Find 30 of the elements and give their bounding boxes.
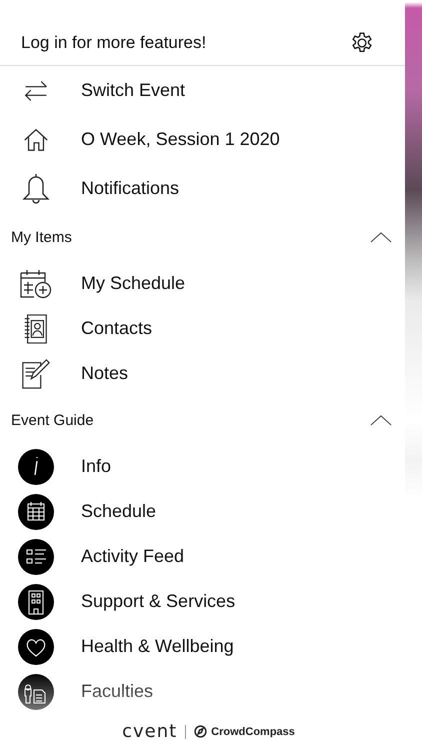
- notepad-pencil-icon: [20, 358, 52, 390]
- menu-item[interactable]: Notes: [0, 351, 405, 396]
- info-icon: [18, 448, 54, 484]
- menu-item[interactable]: Contacts: [0, 306, 405, 351]
- calendar-icon: [18, 494, 54, 530]
- menu-item[interactable]: Activity Feed: [0, 534, 405, 579]
- menu-item[interactable]: Health & Wellbeing: [0, 624, 405, 669]
- menu-item[interactable]: Notifications: [0, 164, 405, 213]
- menu-item[interactable]: O Week, Session 1 2020: [0, 115, 405, 164]
- section-title: Event Guide: [11, 412, 94, 428]
- person-document-icon: [18, 674, 54, 710]
- menu-item[interactable]: Support & Services: [0, 579, 405, 624]
- section-header[interactable]: Event Guide: [0, 396, 405, 444]
- building-icon: [18, 584, 54, 620]
- menu-item[interactable]: Switch Event: [0, 66, 405, 115]
- calendar-plus-icon: [18, 268, 52, 300]
- chevron-up-icon[interactable]: [370, 414, 392, 426]
- section-title: My Items: [11, 228, 72, 246]
- menu-item[interactable]: Schedule: [0, 489, 405, 534]
- menu-item[interactable]: My Schedule: [0, 261, 405, 306]
- section-header[interactable]: My Items: [0, 213, 405, 261]
- login-prompt[interactable]: Log in for more features!: [21, 32, 206, 52]
- list-icon: [18, 538, 54, 574]
- bell-icon: [20, 172, 50, 206]
- partner-logo: CrowdCompass: [211, 726, 295, 738]
- menu-item[interactable]: Faculties: [0, 669, 405, 714]
- brand-logo: cvent: [122, 721, 178, 742]
- compass-icon: [194, 725, 208, 738]
- chevron-up-icon[interactable]: [370, 232, 392, 242]
- menu-item[interactable]: Info: [0, 444, 405, 489]
